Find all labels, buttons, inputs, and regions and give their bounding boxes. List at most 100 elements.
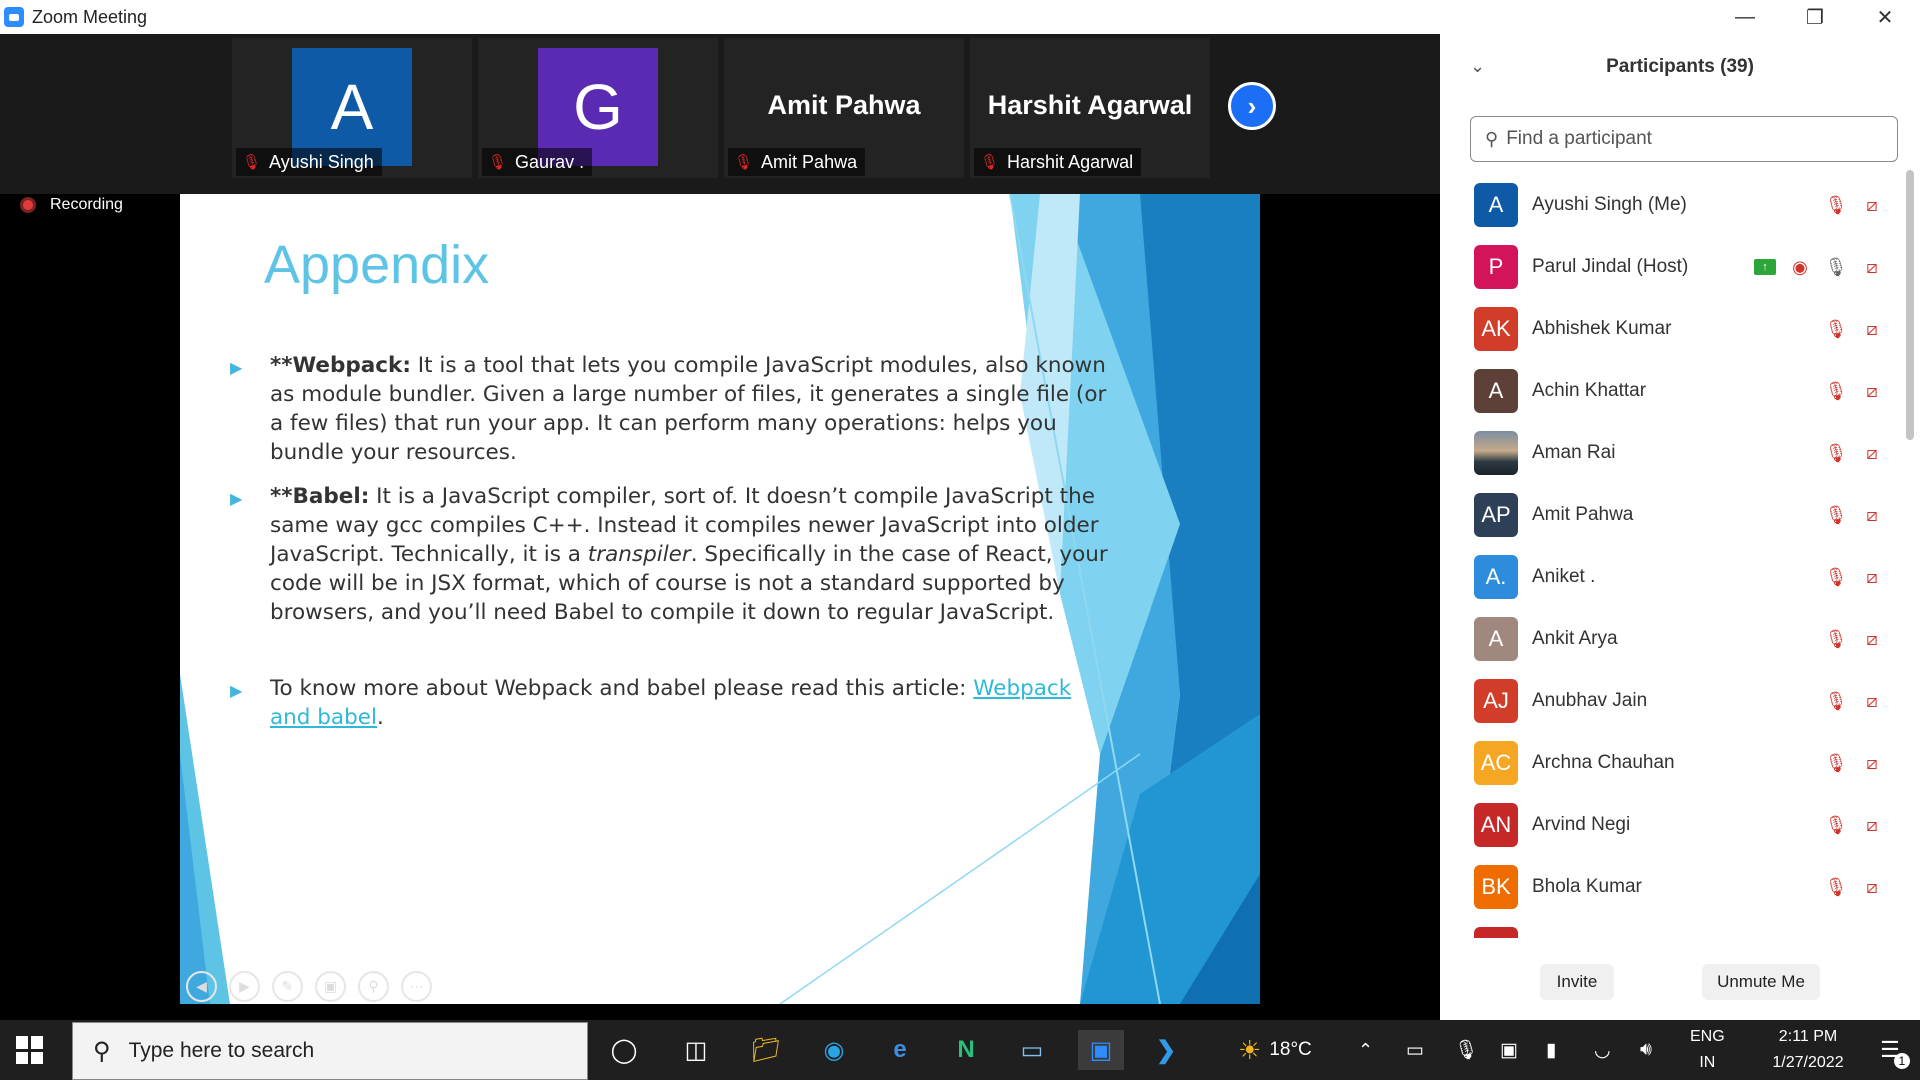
video-strip: A 🎙︎ Ayushi Singh G 🎙︎ Gaurav . Amit Pahwa… xyxy=(0,34,1440,194)
participant-avatar: A xyxy=(1474,183,1518,227)
slides-grid-icon[interactable]: ▣ xyxy=(315,971,346,1002)
restore-button[interactable]: ❐ xyxy=(1780,0,1850,34)
participant-row[interactable]: A Ankit Arya 🎙︎ ⧄ xyxy=(1440,608,1910,670)
more-icon[interactable]: ⋯ xyxy=(401,971,432,1002)
muted-mic-icon: 🎙︎ xyxy=(1824,442,1848,463)
slide-bullet-babel: ▶ **Babel: It is a JavaScript compiler, … xyxy=(230,482,1110,627)
video-tile-gaurav[interactable]: G 🎙︎ Gaurav . xyxy=(478,38,718,178)
video-off-icon: ⧄ xyxy=(1866,256,1878,277)
participant-avatar: AJ xyxy=(1474,679,1518,723)
participants-header: ⌄ Participants (39) xyxy=(1440,34,1920,102)
record-dot-icon xyxy=(20,197,36,213)
participant-search-input[interactable] xyxy=(1506,128,1867,150)
muted-mic-icon: 🎙︎ xyxy=(1824,566,1848,587)
bullet-triangle-icon: ▶ xyxy=(230,681,243,700)
zoom-app-icon xyxy=(4,7,24,27)
clock-time: 2:11 PM xyxy=(1778,1028,1838,1045)
recording-indicator[interactable]: Recording xyxy=(20,196,123,214)
window-title: Zoom Meeting xyxy=(32,6,148,27)
battery-icon[interactable]: ▮ xyxy=(1546,1020,1556,1080)
participant-row[interactable]: AK Abhishek Kumar 🎙︎ ⧄ xyxy=(1440,298,1910,360)
pen-icon[interactable]: ✎ xyxy=(272,971,303,1002)
participant-row[interactable]: AP Amit Pahwa 🎙︎ ⧄ xyxy=(1440,484,1910,546)
windows-start-icon[interactable] xyxy=(16,1036,44,1064)
participant-avatar: A xyxy=(1474,369,1518,413)
participant-status-icons: 🎙︎ ⧄ xyxy=(1824,629,1884,650)
bullet-term: **Babel: xyxy=(270,484,370,509)
weather-widget[interactable]: ☀ 18°C xyxy=(1238,1020,1312,1080)
next-slide-icon[interactable]: ▶ xyxy=(229,971,260,1002)
tile-big-name: Amit Pahwa xyxy=(767,90,921,120)
wifi-icon[interactable]: ◡ xyxy=(1594,1020,1611,1080)
participant-name: Anubhav Jain xyxy=(1532,690,1648,711)
task-view-icon[interactable]: ◫ xyxy=(676,1030,716,1070)
participant-avatar: AN xyxy=(1474,803,1518,847)
desktop-app-icon[interactable]: ▭ xyxy=(1012,1030,1052,1070)
participant-avatar: AP xyxy=(1474,493,1518,537)
participant-status-icons: 🎙︎ ⧄ xyxy=(1824,443,1884,464)
vscode-icon[interactable]: ❯ xyxy=(1146,1030,1186,1070)
participant-avatar: AC xyxy=(1474,741,1518,785)
notifications-icon[interactable]: ☰ 1 xyxy=(1864,1020,1916,1080)
participant-row[interactable]: P Parul Jindal (Host) ↑ ◉ 🎙︎ ⧄ xyxy=(1440,236,1910,298)
microphone-icon[interactable]: 🎙︎ xyxy=(1454,1020,1478,1080)
participant-row[interactable]: A Ayushi Singh (Me) 🎙︎ ⧄ xyxy=(1440,174,1910,236)
participant-scrollbar[interactable] xyxy=(1906,164,1914,930)
internet-explorer-icon[interactable]: e xyxy=(880,1030,920,1070)
participant-row[interactable]: AC Archna Chauhan 🎙︎ ⧄ xyxy=(1440,732,1910,794)
file-explorer-icon[interactable]: 📁︎ xyxy=(746,1030,786,1070)
edge-icon[interactable]: ◉ xyxy=(814,1030,854,1070)
volume-icon[interactable]: 🔊︎ xyxy=(1640,1020,1652,1080)
unmute-me-button[interactable]: Unmute Me xyxy=(1702,964,1820,1000)
participant-row[interactable]: AJ Anubhav Jain 🎙︎ ⧄ xyxy=(1440,670,1910,732)
cortana-icon[interactable]: ◯ xyxy=(604,1030,644,1070)
video-off-icon: ⧄ xyxy=(1866,504,1878,525)
muted-mic-icon: 🎙︎ xyxy=(1824,628,1848,649)
participant-status-icons: 🎙︎ ⧄ xyxy=(1824,195,1884,216)
clock[interactable]: 2:11 PM 1/27/2022 xyxy=(1746,1020,1870,1080)
participant-status-icons: 🎙︎ ⧄ xyxy=(1824,877,1884,898)
show-hidden-icons[interactable]: ⌃ xyxy=(1358,1020,1373,1080)
participant-search[interactable]: ⚲ xyxy=(1470,116,1898,162)
chevron-right-icon: › xyxy=(1247,90,1257,121)
video-off-icon: ⧄ xyxy=(1866,318,1878,339)
prev-slide-icon[interactable]: ◀ xyxy=(186,971,217,1002)
participant-status-icons: 🎙︎ ⧄ xyxy=(1824,505,1884,526)
participant-row[interactable]: Aman Rai 🎙︎ ⧄ xyxy=(1440,422,1910,484)
tile-big-name: Harshit Agarwal xyxy=(987,90,1193,120)
screen-share-icon[interactable]: ▣ xyxy=(1500,1020,1518,1080)
recording-label: Recording xyxy=(50,196,123,213)
participant-row[interactable]: AN Arvind Negi 🎙︎ ⧄ xyxy=(1440,794,1910,856)
zoom-taskbar-icon[interactable]: ▣ xyxy=(1078,1030,1124,1070)
video-off-icon: ⧄ xyxy=(1866,690,1878,711)
tile-namebar: 🎙︎ Ayushi Singh xyxy=(236,148,382,176)
participant-row[interactable]: A Achin Khattar 🎙︎ ⧄ xyxy=(1440,360,1910,422)
zoom-icon[interactable]: ⚲ xyxy=(358,971,389,1002)
participant-row[interactable]: BK Bhola Kumar 🎙︎ ⧄ xyxy=(1440,856,1910,918)
video-tile-harshit[interactable]: Harshit Agarwal 🎙︎ Harshit Agarwal xyxy=(970,38,1210,178)
bullet-triangle-icon: ▶ xyxy=(230,489,243,508)
window-titlebar: Zoom Meeting xyxy=(0,0,1440,34)
slide-bullet-webpack: ▶ **Webpack: It is a tool that lets you … xyxy=(230,351,1110,467)
muted-mic-icon: 🎙︎ xyxy=(1824,194,1848,215)
participant-name: Archna Chauhan xyxy=(1532,752,1675,773)
taskbar-search[interactable]: ⚲ Type here to search xyxy=(72,1022,588,1080)
scroll-thumb[interactable] xyxy=(1906,170,1914,440)
next-page-button[interactable]: › xyxy=(1228,82,1276,130)
language-indicator[interactable]: ENG IN xyxy=(1690,1020,1725,1080)
app-n-icon[interactable]: N xyxy=(946,1030,986,1070)
participant-row[interactable]: A. Aniket . 🎙︎ ⧄ xyxy=(1440,546,1910,608)
close-button[interactable]: ✕ xyxy=(1850,0,1920,34)
clock-date: 1/27/2022 xyxy=(1772,1054,1844,1071)
invite-button[interactable]: Invite xyxy=(1540,964,1614,1000)
meet-now-icon[interactable]: ▭ xyxy=(1406,1020,1424,1080)
participant-status-icons: ↑ ◉ 🎙︎ ⧄ xyxy=(1754,257,1884,278)
video-tile-ayushi[interactable]: A 🎙︎ Ayushi Singh xyxy=(232,38,472,178)
bullet-triangle-icon: ▶ xyxy=(230,358,243,377)
tile-name: Ayushi Singh xyxy=(269,151,374,172)
video-tile-amit[interactable]: Amit Pahwa 🎙︎ Amit Pahwa xyxy=(724,38,964,178)
slide-toolbar: ◀ ▶ ✎ ▣ ⚲ ⋯ xyxy=(186,971,432,1002)
recording-status-icon: ◉ xyxy=(1792,256,1808,277)
video-off-icon: ⧄ xyxy=(1866,814,1878,835)
minimize-button[interactable]: — xyxy=(1710,0,1780,34)
